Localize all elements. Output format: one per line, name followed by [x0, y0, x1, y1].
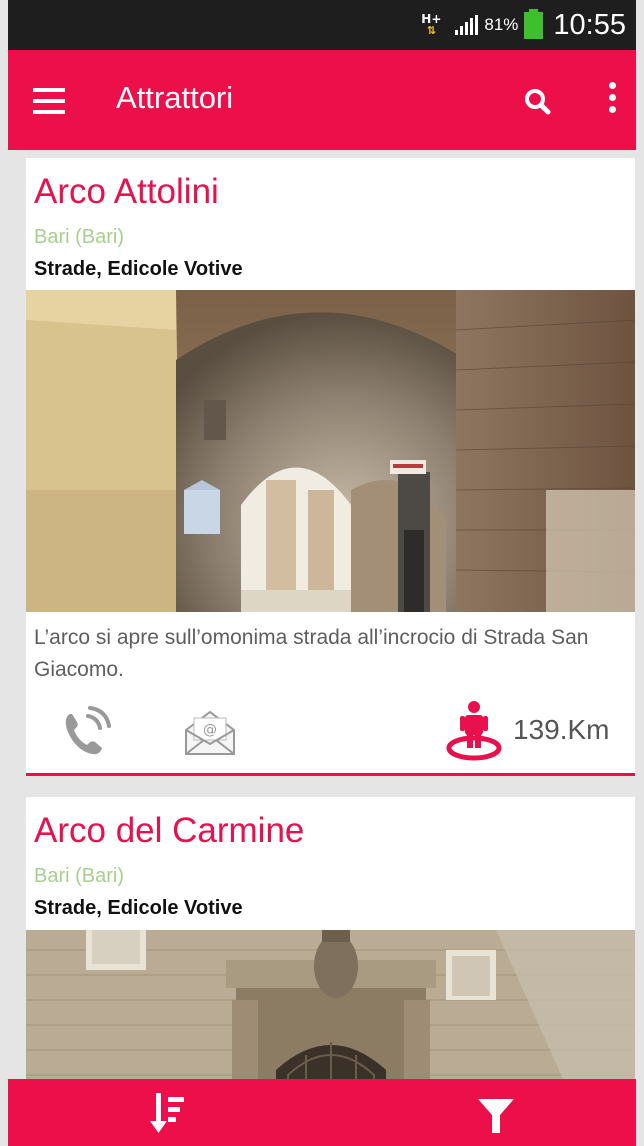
- svg-text:@: @: [203, 722, 217, 738]
- more-vert-icon[interactable]: [604, 82, 620, 122]
- bottom-bar: [8, 1079, 636, 1146]
- distance-value: 139.Km: [513, 714, 610, 745]
- clock: 10:55: [553, 8, 626, 41]
- attraction-card[interactable]: Arco del Carmine Bari (Bari) Strade, Edi…: [26, 797, 635, 1117]
- search-icon[interactable]: [518, 82, 558, 122]
- attraction-description: L’arco si apre sull’omonima strada all’i…: [34, 626, 589, 681]
- phone-icon[interactable]: [60, 706, 118, 758]
- attraction-card[interactable]: Arco Attolini Bari (Bari) Strade, Edicol…: [26, 158, 635, 776]
- status-bar: H+ ⇅ 81% 10:55: [8, 0, 636, 50]
- attraction-actions: @ 139.Km: [26, 698, 635, 768]
- data-arrows-icon: ⇅: [426, 24, 436, 37]
- attraction-city: Bari (Bari): [34, 226, 125, 248]
- app-bar: Attrattori: [8, 50, 636, 150]
- sort-icon[interactable]: [150, 1091, 190, 1135]
- mail-icon[interactable]: @: [182, 708, 238, 758]
- attraction-category: Strade, Edicole Votive: [34, 258, 243, 280]
- distance-icon: [444, 698, 508, 764]
- filter-icon[interactable]: [476, 1095, 516, 1135]
- network-type-icon: H+ ⇅: [421, 13, 441, 37]
- attraction-category: Strade, Edicole Votive: [34, 897, 243, 919]
- attraction-title[interactable]: Arco Attolini: [34, 172, 219, 212]
- attraction-title[interactable]: Arco del Carmine: [34, 811, 304, 851]
- signal-icon: [455, 15, 479, 35]
- attraction-photo[interactable]: [26, 290, 635, 612]
- attraction-city: Bari (Bari): [34, 865, 125, 887]
- page-title: Attrattori: [116, 80, 234, 115]
- battery-icon: [524, 8, 544, 39]
- menu-icon[interactable]: [33, 88, 69, 114]
- battery-percent: 81%: [484, 15, 519, 34]
